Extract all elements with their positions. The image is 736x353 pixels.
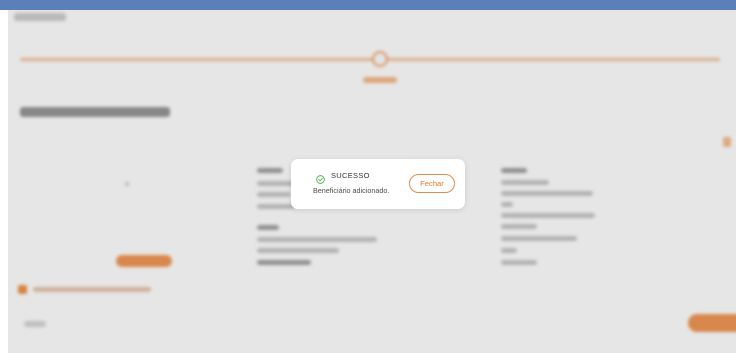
check-circle-icon xyxy=(316,171,325,184)
dialog-message: Beneficiário adicionado. xyxy=(313,186,390,195)
close-button[interactable]: Fechar xyxy=(409,174,455,193)
app-window: SUCESSO Beneficiário adicionado. Fechar xyxy=(0,0,736,353)
success-dialog: SUCESSO Beneficiário adicionado. Fechar xyxy=(291,159,465,209)
status-row: SUCESSO xyxy=(316,171,370,184)
page-content: SUCESSO Beneficiário adicionado. Fechar xyxy=(8,10,736,353)
top-bar xyxy=(0,0,736,10)
status-title: SUCESSO xyxy=(331,171,370,180)
